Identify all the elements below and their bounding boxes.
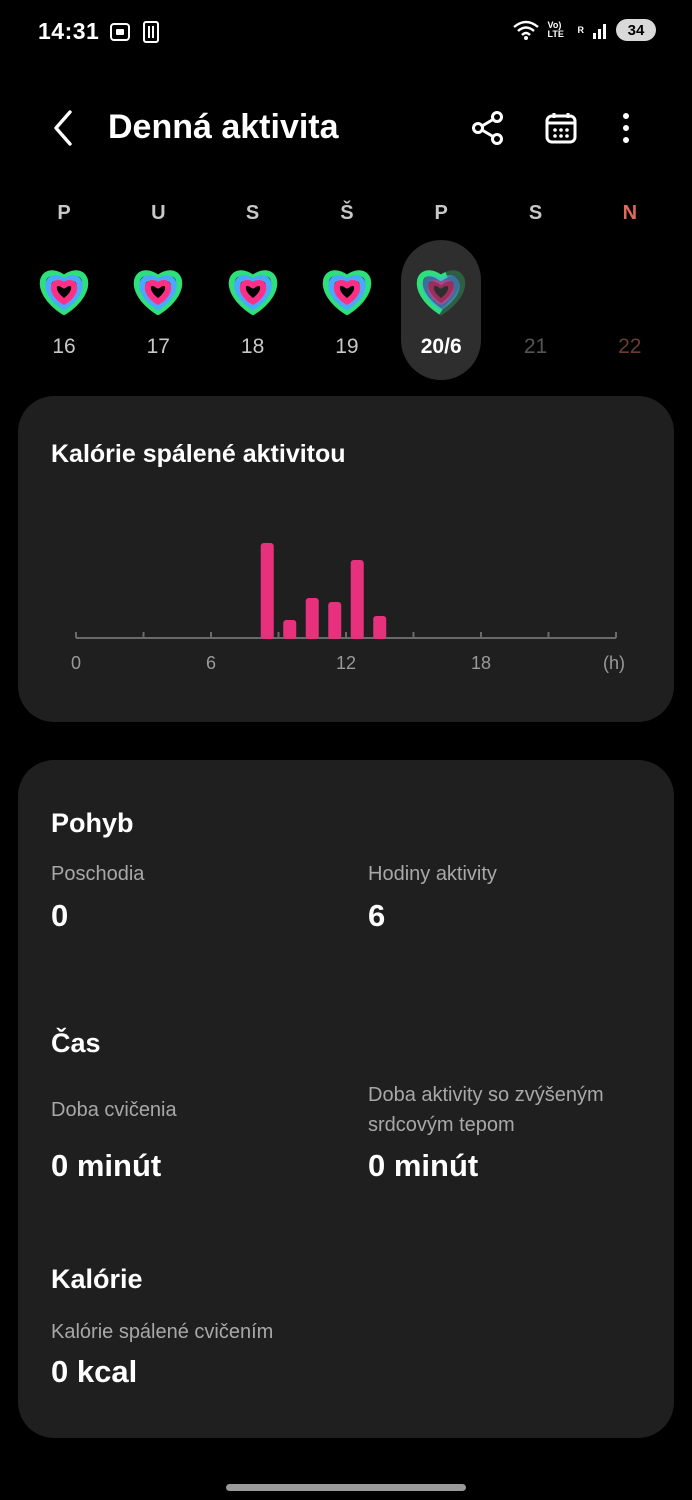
status-time: 14:31 (38, 18, 100, 44)
roaming-label: R (577, 24, 585, 35)
active-hours-value: 6 (368, 898, 386, 933)
more-options-button[interactable] (604, 106, 648, 150)
chart-tick-label: 6 (205, 653, 216, 673)
activity-rings-heart-icon (39, 270, 89, 316)
status-right-icons: Vo) LTE R 34 (512, 19, 656, 41)
chart-tick-label: (h) (603, 653, 625, 673)
day-number: 20/6 (420, 335, 462, 358)
day-21[interactable]: S 21 (491, 192, 581, 382)
activity-summary-card[interactable]: Pohyb Poschodia 0 Hodiny aktivity 6 Čas … (18, 760, 674, 1438)
active-hours-label: Hodiny aktivity (368, 863, 497, 885)
wifi-icon (512, 20, 539, 40)
activity-rings-heart-icon (134, 270, 183, 316)
day-number: 16 (52, 335, 76, 358)
day-number: 21 (523, 335, 548, 358)
share-icon (472, 111, 503, 145)
chart-bar (260, 543, 274, 639)
exercise-calories-value: 0 kcal (51, 1354, 138, 1389)
back-button[interactable] (44, 106, 84, 150)
day-name: S (528, 202, 543, 224)
screen-record-icon (110, 23, 130, 41)
chart-bar (283, 620, 297, 639)
more-vertical-icon (623, 113, 629, 143)
exercise-calories-label: Kalórie spálené cvičením (51, 1321, 274, 1343)
day-18[interactable]: S 18 (208, 192, 298, 382)
movement-section-title: Pohyb (51, 808, 134, 838)
chart-bar (350, 560, 364, 639)
week-selector: P 16 U 17 S 18 Š 19 P 20/6 S 21 N 22 (0, 192, 692, 392)
elevated-hr-label-line2: srdcovým tepom (368, 1114, 515, 1136)
day-name: N (622, 202, 638, 224)
day-16[interactable]: P 16 (19, 192, 109, 382)
day-number: 22 (618, 335, 642, 358)
chart-bar (373, 616, 387, 639)
status-left-icons (108, 20, 162, 44)
cell-signal-icon (593, 24, 606, 39)
activity-rings-heart-icon (322, 270, 371, 316)
battery-badge: 34 (616, 19, 656, 41)
calendar-button[interactable] (539, 106, 583, 150)
chart-tick-label: 0 (70, 653, 81, 673)
day-22[interactable]: N 22 (585, 192, 675, 382)
status-bar: 14:31 Vo) LTE R 34 (0, 0, 692, 64)
elevated-hr-value: 0 minút (368, 1148, 479, 1183)
day-19[interactable]: Š 19 (302, 192, 392, 382)
app-header: Denná aktivita (0, 92, 692, 162)
activity-rings-heart-icon (228, 270, 277, 316)
floors-value: 0 (51, 898, 69, 933)
calories-section-title: Kalórie (51, 1264, 143, 1294)
chart-tick-label: 12 (335, 653, 357, 673)
activity-rings-heart-icon (417, 270, 466, 316)
day-17[interactable]: U 17 (113, 192, 203, 382)
day-20-6[interactable]: P 20/6 (396, 192, 486, 382)
page-title: Denná aktivita (108, 108, 339, 146)
home-indicator[interactable] (226, 1484, 466, 1491)
exercise-duration-label: Doba cvičenia (51, 1099, 177, 1121)
share-button[interactable] (466, 106, 510, 150)
chart-tick-label: 18 (470, 653, 492, 673)
time-section-title: Čas (51, 1028, 101, 1058)
day-number: 18 (240, 335, 265, 358)
chart-bar (328, 602, 342, 639)
day-name: Š (340, 202, 354, 224)
day-name: P (434, 202, 448, 224)
floors-label: Poschodia (51, 863, 145, 885)
volte-label: Vo) LTE (547, 20, 564, 39)
day-number: 17 (146, 335, 170, 358)
chevron-left-icon (54, 110, 72, 146)
day-name: P (57, 202, 71, 224)
calendar-icon (545, 113, 577, 144)
exercise-duration-value: 0 minút (51, 1148, 162, 1183)
calories-activity-card[interactable]: Kalórie spálené aktivitou 0 6 12 18 (h) (18, 396, 674, 722)
day-name: U (151, 202, 166, 224)
elevated-hr-label-line1: Doba aktivity so zvýšeným (368, 1084, 604, 1106)
day-number: 19 (335, 335, 359, 358)
day-name: S (245, 202, 260, 224)
chart-bar (305, 598, 319, 639)
sim-card-icon (143, 21, 159, 43)
